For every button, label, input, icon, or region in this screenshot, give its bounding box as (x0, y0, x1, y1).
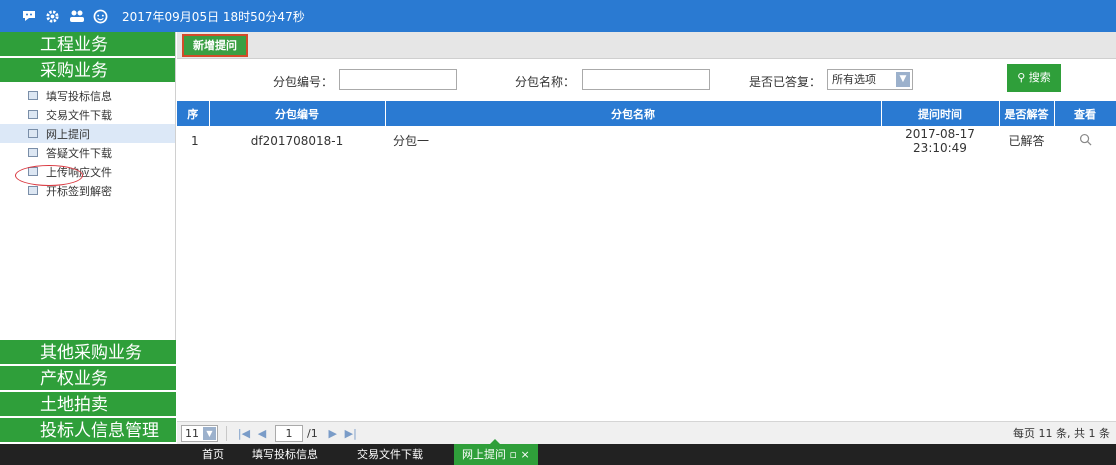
procurement-submenu: 填写投标信息 交易文件下载 网上提问 答疑文件下载 上传响应文件 开标签到解密 (0, 84, 175, 200)
footer-tab-home[interactable]: 首页 (202, 444, 224, 465)
search-button[interactable]: ⚲ 搜索 (1007, 64, 1061, 92)
page-number-input[interactable]: 1 (275, 424, 303, 442)
footer-tab-online-question[interactable]: 网上提问 ▫ × (454, 439, 538, 465)
toolbar: 新增提问 (177, 32, 1116, 59)
col-header-name: 分包名称 (385, 101, 882, 126)
cell-index: 1 (191, 133, 199, 148)
prev-page-icon[interactable]: ◀ (253, 427, 271, 440)
menu-other-procurement[interactable]: 其他采购业务 (0, 340, 176, 366)
col-header-view: 查看 (1054, 101, 1116, 126)
page-size-select[interactable]: 11 ▼ (181, 424, 218, 442)
sidebar-item-label: 答疑文件下载 (46, 146, 112, 160)
package-code-input[interactable] (339, 69, 457, 90)
questions-table: 序 分包编号 分包名称 提问时间 是否解答 查看 1 df201708018-1… (177, 101, 1116, 155)
sidebar-item-label: 上传响应文件 (46, 165, 112, 179)
last-page-icon[interactable]: ▶| (342, 427, 360, 440)
answered-label: 是否已答复： (749, 75, 822, 89)
package-code-label: 分包编号： (273, 75, 334, 89)
pager-info: 每页 11 条, 共 1 条 (1013, 427, 1110, 440)
col-header-answered: 是否解答 (999, 101, 1055, 126)
sidebar-item-label: 开标签到解密 (46, 184, 112, 198)
col-header-code: 分包编号 (209, 101, 386, 126)
package-name-input[interactable] (582, 69, 710, 90)
pagination-bar: 11 ▼ |◀ ◀ 1 /1 ▶ ▶| 每页 11 条, 共 1 条 (177, 421, 1116, 444)
footer-tab-fill-bid-info[interactable]: 填写投标信息 (252, 444, 318, 465)
col-header-index: 序 (177, 101, 210, 126)
sidebar-item-download-docs[interactable]: 交易文件下载 (0, 105, 175, 124)
sidebar-item-fill-bid-info[interactable]: 填写投标信息 (0, 86, 175, 105)
chevron-down-icon: ▼ (896, 72, 910, 87)
page-total: /1 (307, 426, 318, 440)
search-button-label: 搜索 (1028, 71, 1051, 84)
doc-icon (28, 148, 38, 157)
page-size-value: 11 (185, 426, 199, 440)
doc-icon (28, 167, 38, 176)
sidebar-item-label: 网上提问 (46, 127, 90, 141)
users-icon[interactable] (68, 8, 85, 25)
magnifier-icon (1079, 133, 1091, 145)
answered-select[interactable]: 所有选项 ▼ (827, 69, 913, 90)
menu-bidder-info[interactable]: 投标人信息管理 (0, 418, 176, 444)
next-page-icon[interactable]: ▶ (324, 427, 342, 440)
menu-property-rights[interactable]: 产权业务 (0, 366, 176, 392)
menu-procurement[interactable]: 采购业务 (0, 58, 175, 84)
doc-icon (28, 186, 38, 195)
cell-time: 2017-08-17 23:10:49 (905, 126, 975, 155)
help-icon[interactable] (92, 8, 109, 25)
sidebar-item-bid-opening-decrypt[interactable]: 开标签到解密 (0, 181, 175, 200)
sidebar-item-upload-response[interactable]: 上传响应文件 (0, 162, 175, 181)
first-page-icon[interactable]: |◀ (235, 427, 253, 440)
table-header-row: 序 分包编号 分包名称 提问时间 是否解答 查看 (177, 101, 1116, 126)
sidebar-bottom-groups: 其他采购业务 产权业务 土地拍卖 投标人信息管理 (0, 340, 176, 444)
pager-divider (226, 425, 227, 441)
col-header-time: 提问时间 (881, 101, 1000, 126)
new-question-button[interactable]: 新增提问 (182, 34, 248, 57)
footer-tab-download-docs[interactable]: 交易文件下载 (357, 444, 423, 465)
menu-land-auction[interactable]: 土地拍卖 (0, 392, 176, 418)
answered-select-value: 所有选项 (832, 73, 876, 86)
current-datetime: 2017年09月05日 18时50分47秒 (122, 9, 305, 24)
view-button[interactable] (1054, 126, 1116, 155)
sidebar-item-download-answers[interactable]: 答疑文件下载 (0, 143, 175, 162)
chat-icon[interactable] (20, 8, 37, 25)
filter-bar: 分包编号： 分包名称： 是否已答复： 所有选项 ▼ ⚲ 搜索 (177, 59, 1116, 101)
bottom-taskbar: 首页 填写投标信息 交易文件下载 网上提问 ▫ × (0, 439, 1116, 465)
search-icon: ⚲ (1017, 71, 1026, 84)
menu-engineering[interactable]: 工程业务 (0, 32, 175, 58)
table-row[interactable]: 1 df201708018-1 分包一 2017-08-17 23:10:49 … (177, 126, 1116, 155)
gear-icon[interactable] (44, 8, 61, 25)
chevron-down-icon: ▼ (203, 426, 216, 440)
doc-icon (28, 129, 38, 138)
sidebar-item-online-question[interactable]: 网上提问 (0, 124, 175, 143)
cell-code: df201708018-1 (250, 133, 344, 148)
doc-icon (28, 110, 38, 119)
main-panel: 新增提问 分包编号： 分包名称： 是否已答复： 所有选项 ▼ ⚲ 搜索 序 分包… (177, 32, 1116, 444)
cell-answered: 已解答 (1008, 134, 1045, 148)
sidebar: 工程业务 采购业务 填写投标信息 交易文件下载 网上提问 答疑文件下载 上传响应… (0, 32, 176, 444)
sidebar-item-label: 交易文件下载 (46, 108, 112, 122)
sidebar-item-label: 填写投标信息 (46, 89, 112, 103)
package-name-label: 分包名称： (515, 75, 576, 89)
top-bar: 2017年09月05日 18时50分47秒 (0, 0, 1116, 32)
cell-name: 分包一 (393, 134, 430, 148)
doc-icon (28, 91, 38, 100)
